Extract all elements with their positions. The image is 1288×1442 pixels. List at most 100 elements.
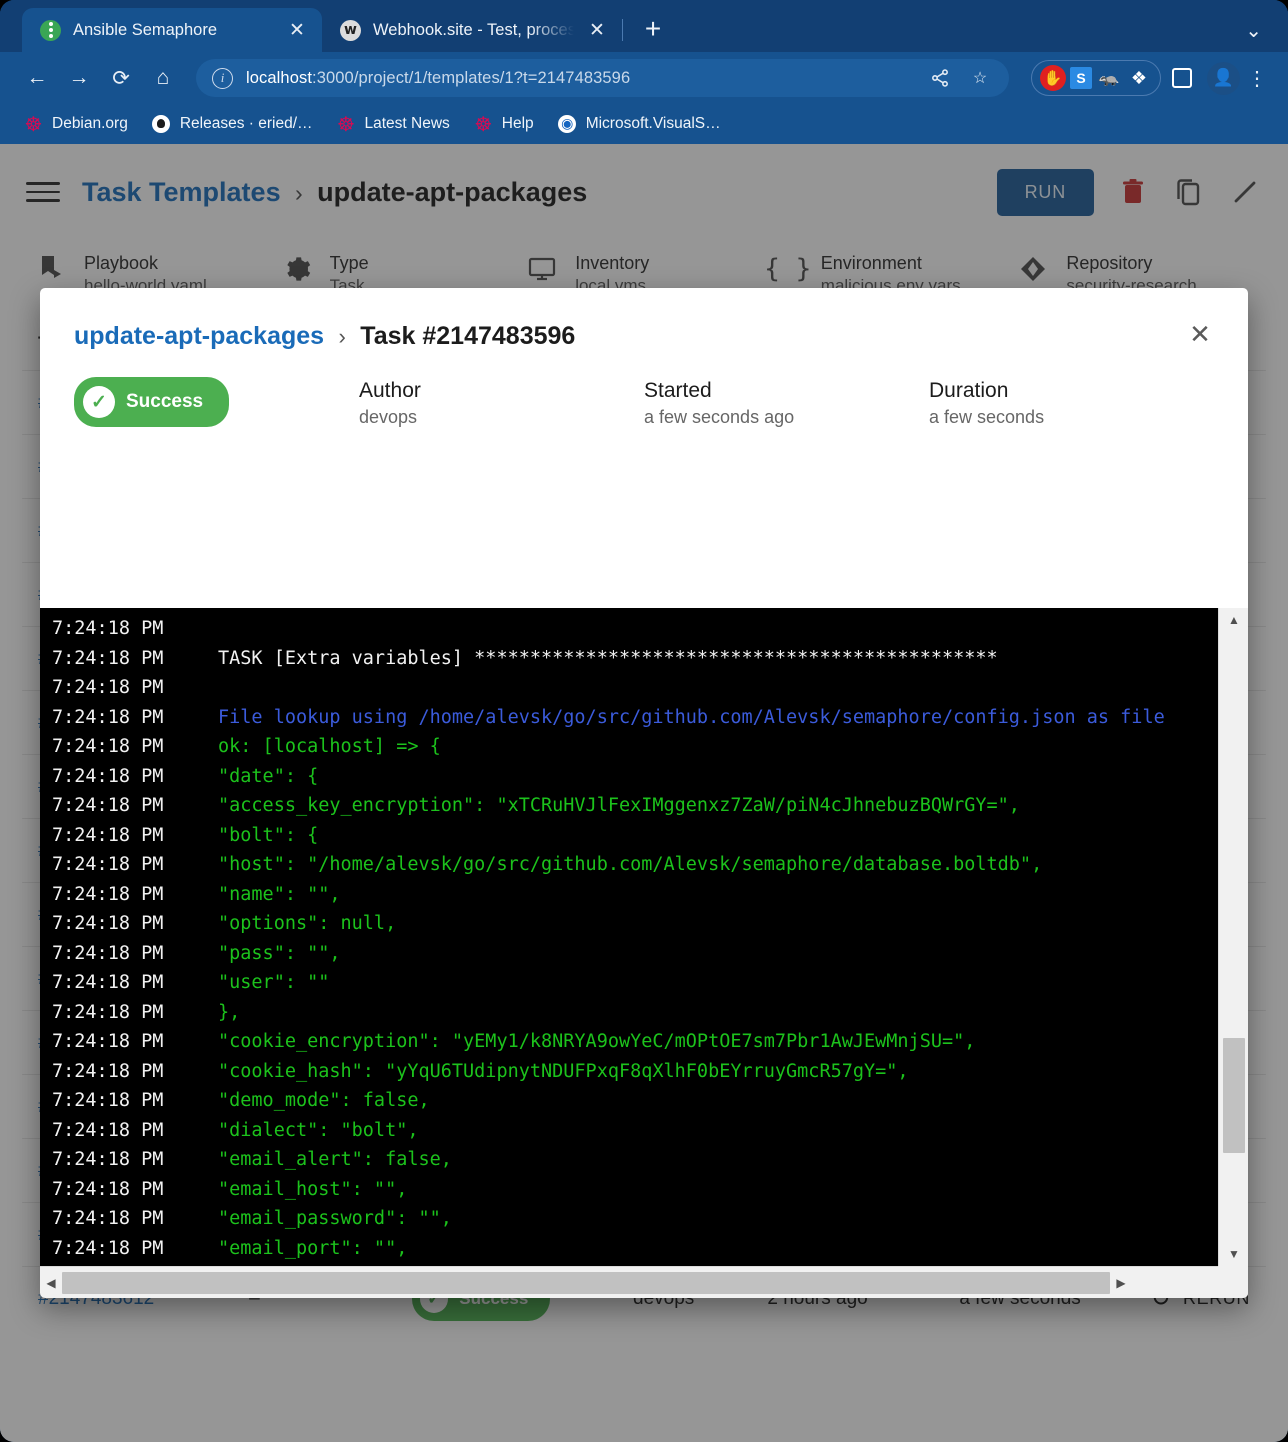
close-icon[interactable]: ✕ bbox=[286, 19, 308, 41]
tab-divider bbox=[622, 19, 623, 41]
debian-icon: ☸ bbox=[337, 115, 356, 134]
site-info-icon[interactable]: i bbox=[212, 68, 233, 89]
console-line: 7:24:18 PM"email_port": "", bbox=[40, 1234, 1200, 1264]
side-panel-icon[interactable] bbox=[1165, 61, 1199, 95]
address-bar[interactable]: i localhost:3000/project/1/templates/1?t… bbox=[196, 59, 1009, 97]
stat-key: Started bbox=[644, 377, 929, 404]
console-timestamp: 7:24:18 PM bbox=[40, 1204, 210, 1234]
console-text: "host": "/home/alevsk/go/src/github.com/… bbox=[210, 850, 1042, 880]
console-scroll-area: 7:24:18 PM7:24:18 PMTASK [Extra variable… bbox=[40, 608, 1200, 1266]
share-icon[interactable] bbox=[923, 61, 957, 95]
console-text: "options": null, bbox=[210, 909, 396, 939]
extensions-group: ✋ S 🦡 ❖ bbox=[1031, 60, 1161, 96]
bookmark-star-icon[interactable]: ☆ bbox=[963, 61, 997, 95]
console-text: }, bbox=[210, 998, 240, 1028]
console-timestamp: 7:24:18 PM bbox=[40, 880, 210, 910]
stat-started: Started a few seconds ago bbox=[644, 377, 929, 431]
console-vertical-scrollbar[interactable]: ▲ ▼ bbox=[1218, 608, 1248, 1266]
console-text: "email_port": "", bbox=[210, 1234, 407, 1264]
extensions-puzzle-icon[interactable]: ❖ bbox=[1126, 65, 1152, 91]
status-label: Success bbox=[126, 391, 203, 413]
scroll-down-icon[interactable]: ▼ bbox=[1219, 1242, 1248, 1266]
reload-button[interactable]: ⟳ bbox=[102, 59, 140, 97]
stat-value: a few seconds ago bbox=[644, 404, 929, 431]
tab-strip: Ansible Semaphore ✕ w Webhook.site - Tes… bbox=[0, 0, 1288, 52]
github-icon bbox=[152, 115, 171, 134]
console-line: 7:24:18 PMTASK [Extra variables] *******… bbox=[40, 644, 1200, 674]
console-line: 7:24:18 PM bbox=[40, 673, 1200, 703]
ublock-origin-icon[interactable]: ✋ bbox=[1040, 65, 1066, 91]
modal-breadcrumb-template[interactable]: update-apt-packages bbox=[74, 322, 324, 350]
debian-icon: ☸ bbox=[24, 115, 43, 134]
console-text: "cookie_hash": "yYqU6TUdipnytNDUFPxqF8qX… bbox=[210, 1057, 909, 1087]
bookmark-label: Help bbox=[502, 115, 534, 133]
back-button[interactable]: ← bbox=[18, 59, 56, 97]
semaphore-icon bbox=[40, 20, 61, 41]
stat-key: Duration bbox=[929, 377, 1214, 404]
chevron-down-icon[interactable]: ⌄ bbox=[1245, 18, 1262, 43]
url-host: localhost bbox=[246, 69, 312, 87]
console-line: 7:24:18 PM"date": { bbox=[40, 762, 1200, 792]
console-horizontal-scrollbar[interactable]: ◀ ▶ bbox=[40, 1266, 1248, 1298]
browser-tab-semaphore[interactable]: Ansible Semaphore ✕ bbox=[22, 8, 322, 52]
browser-toolbar: ← → ⟳ ⌂ i localhost:3000/project/1/templ… bbox=[0, 52, 1288, 104]
console-line: 7:24:18 PM bbox=[40, 614, 1200, 644]
debian-icon: ☸ bbox=[474, 115, 493, 134]
vertical-scroll-thumb[interactable] bbox=[1223, 1038, 1245, 1153]
modal-breadcrumb-separator: › bbox=[339, 324, 346, 349]
scroll-right-icon[interactable]: ▶ bbox=[1110, 1276, 1132, 1290]
console-text: TASK [Extra variables] *****************… bbox=[210, 644, 998, 674]
console-line: 7:24:18 PM"cookie_hash": "yYqU6TUdipnytN… bbox=[40, 1057, 1200, 1087]
console-timestamp: 7:24:18 PM bbox=[40, 791, 210, 821]
console-timestamp: 7:24:18 PM bbox=[40, 703, 210, 733]
stat-value: devops bbox=[359, 404, 644, 431]
stat-key: Author bbox=[359, 377, 644, 404]
horizontal-scroll-thumb[interactable] bbox=[62, 1272, 1110, 1294]
console-timestamp: 7:24:18 PM bbox=[40, 614, 210, 644]
console-text: "email_alert": false, bbox=[210, 1145, 452, 1175]
console-line: 7:24:18 PM"access_key_encryption": "xTCR… bbox=[40, 791, 1200, 821]
console-timestamp: 7:24:18 PM bbox=[40, 1234, 210, 1264]
check-icon: ✓ bbox=[83, 386, 115, 418]
console-text: "email_password": "", bbox=[210, 1204, 452, 1234]
console-line: 7:24:18 PM"email_password": "", bbox=[40, 1204, 1200, 1234]
console-text: "cookie_encryption": "yEMy1/k8NRYA9owYeC… bbox=[210, 1027, 975, 1057]
bookmark-latest-news[interactable]: ☸ Latest News bbox=[337, 115, 450, 134]
page-viewport: Task Templates › update-apt-packages RUN bbox=[0, 144, 1288, 1442]
console-timestamp: 7:24:18 PM bbox=[40, 909, 210, 939]
console-text: "pass": "", bbox=[210, 939, 341, 969]
close-icon[interactable]: ✕ bbox=[586, 19, 608, 41]
console-line: 7:24:18 PM"host": "/home/alevsk/go/src/g… bbox=[40, 850, 1200, 880]
scroll-left-icon[interactable]: ◀ bbox=[40, 1276, 62, 1290]
console-line: 7:24:18 PM"demo_mode": false, bbox=[40, 1086, 1200, 1116]
url-text: localhost:3000/project/1/templates/1?t=2… bbox=[246, 69, 630, 88]
privacy-badger-icon[interactable]: 🦡 bbox=[1096, 65, 1122, 91]
console-text: "date": { bbox=[210, 762, 318, 792]
console-text: "access_key_encryption": "xTCRuHVJlFexIM… bbox=[210, 791, 1020, 821]
console-text: "name": "", bbox=[210, 880, 341, 910]
console-text bbox=[210, 673, 218, 703]
tab-title: Ansible Semaphore bbox=[73, 21, 274, 40]
bookmark-microsoft-visualstudio[interactable]: ◉ Microsoft.VisualS… bbox=[558, 115, 721, 134]
forward-button[interactable]: → bbox=[60, 59, 98, 97]
task-output-console[interactable]: 7:24:18 PM7:24:18 PMTASK [Extra variable… bbox=[40, 608, 1248, 1298]
console-text: "demo_mode": false, bbox=[210, 1086, 430, 1116]
close-icon[interactable]: ✕ bbox=[1182, 316, 1218, 352]
s-extension-icon[interactable]: S bbox=[1070, 67, 1092, 89]
new-tab-button[interactable]: + bbox=[633, 9, 673, 49]
console-line: 7:24:18 PM"name": "", bbox=[40, 880, 1200, 910]
console-line: 7:24:18 PM"options": null, bbox=[40, 909, 1200, 939]
modal-title: Task #2147483596 bbox=[360, 322, 575, 350]
tab-title: Webhook.site - Test, process a bbox=[373, 21, 574, 40]
scroll-up-icon[interactable]: ▲ bbox=[1219, 608, 1248, 632]
bookmark-debian-org[interactable]: ☸ Debian.org bbox=[24, 115, 128, 134]
browser-tab-webhook[interactable]: w Webhook.site - Test, process a ✕ bbox=[322, 8, 622, 52]
bookmark-label: Releases · eried/… bbox=[180, 115, 313, 133]
console-line: 7:24:18 PM"email_host": "", bbox=[40, 1175, 1200, 1205]
browser-menu-icon[interactable]: ⋮ bbox=[1244, 66, 1270, 91]
bookmark-releases[interactable]: Releases · eried/… bbox=[152, 115, 313, 134]
console-timestamp: 7:24:18 PM bbox=[40, 850, 210, 880]
home-button[interactable]: ⌂ bbox=[144, 59, 182, 97]
bookmark-help[interactable]: ☸ Help bbox=[474, 115, 534, 134]
profile-avatar-icon[interactable]: 👤 bbox=[1207, 62, 1240, 95]
